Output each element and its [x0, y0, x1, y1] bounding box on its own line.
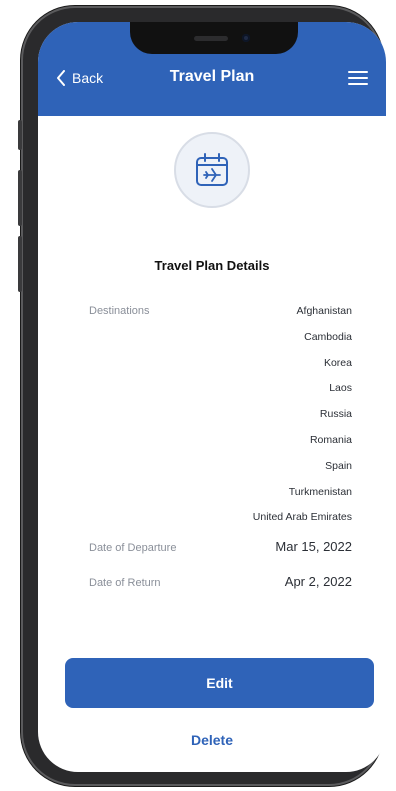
destinations-list: Afghanistan Cambodia Korea Laos Russia R… [152, 303, 352, 535]
destination-item: Laos [329, 382, 352, 395]
hamburger-icon[interactable] [348, 70, 368, 86]
destination-item: Russia [319, 408, 352, 421]
app-header: Back Travel Plan [38, 22, 386, 116]
mute-switch [18, 120, 22, 150]
destination-item: Spain [325, 459, 352, 472]
volume-up-button [18, 170, 22, 226]
destination-item: Romania [309, 433, 352, 446]
departure-label: Date of Departure [89, 542, 177, 554]
return-value: Apr 2, 2022 [284, 574, 352, 589]
destination-item: Cambodia [304, 330, 352, 343]
travel-plan-badge [174, 132, 250, 208]
screen: Back Travel Plan Travel Plan Details Des… [38, 22, 386, 772]
destinations-label: Destinations [89, 305, 150, 317]
destination-item: Korea [323, 356, 352, 369]
camera [242, 34, 250, 42]
edit-button[interactable]: Edit [65, 658, 374, 708]
departure-value: Mar 15, 2022 [275, 539, 352, 554]
volume-down-button [18, 236, 22, 292]
notch [130, 22, 298, 54]
calendar-plane-icon [196, 153, 228, 186]
speaker [194, 36, 228, 41]
destination-item: United Arab Emirates [252, 511, 352, 524]
destination-item: Turkmenistan [288, 485, 352, 498]
destination-item: Afghanistan [296, 305, 352, 317]
details-heading: Travel Plan Details [154, 258, 270, 273]
return-label: Date of Return [89, 577, 161, 589]
page-title: Travel Plan [169, 68, 255, 85]
delete-button[interactable]: Delete [38, 732, 386, 748]
